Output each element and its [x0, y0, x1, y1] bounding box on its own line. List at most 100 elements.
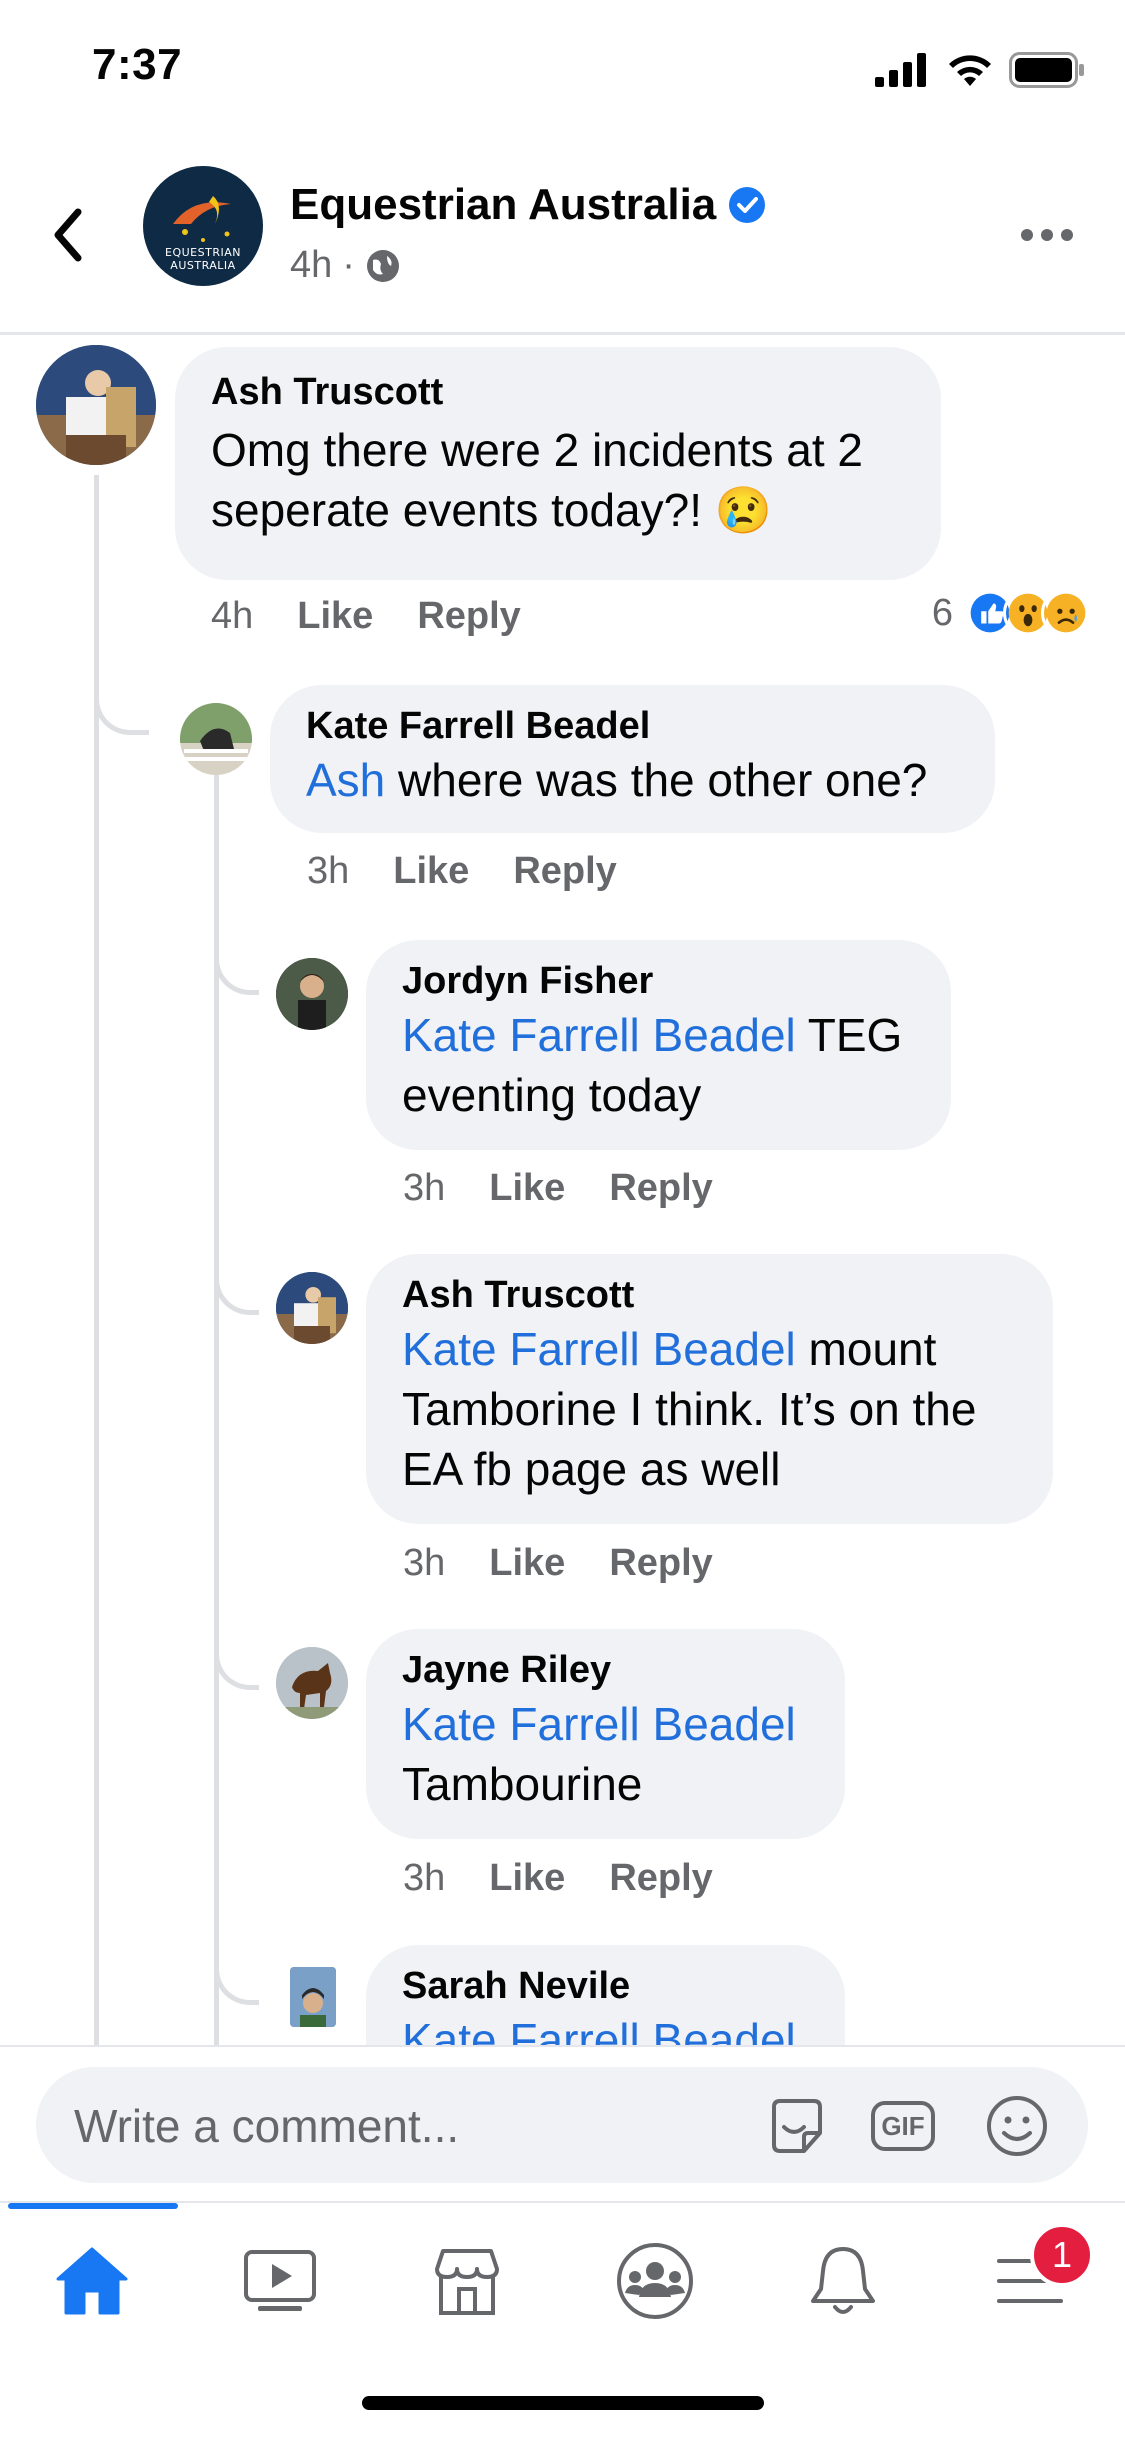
globe-icon [366, 249, 399, 282]
reply-button[interactable]: Reply [609, 1542, 712, 1585]
thread-connector [94, 665, 149, 735]
comment-author[interactable]: Jordyn Fisher [402, 960, 915, 1003]
tab-notifications[interactable] [793, 2231, 893, 2331]
reply-button[interactable]: Reply [609, 1857, 712, 1900]
comment-actions: 4h Like Reply [211, 595, 521, 638]
mention-link[interactable]: Kate Farrell Beadel [402, 1009, 796, 1061]
tab-marketplace[interactable] [417, 2231, 517, 2331]
like-button[interactable]: Like [393, 850, 469, 893]
thread-connector [214, 915, 259, 995]
like-button[interactable]: Like [489, 1542, 565, 1585]
comment-author[interactable]: Ash Truscott [211, 371, 905, 414]
reaction-count: 6 [931, 591, 953, 634]
comment-text: Omg there were 2 incidents at 2 seperate… [211, 424, 863, 536]
comment-input[interactable]: Write a comment... GIF [36, 2067, 1088, 2183]
tab-watch[interactable] [230, 2231, 330, 2331]
thread-connector [214, 1925, 259, 2005]
mention-link[interactable]: Kate Farrell Beadel [402, 1323, 796, 1375]
profile-photo-icon [276, 958, 348, 1030]
status-time: 7:37 [92, 40, 183, 89]
page-name-text[interactable]: Equestrian Australia [290, 180, 716, 230]
signal-icon [875, 53, 926, 87]
logo-text-line2: AUSTRALIA [170, 259, 236, 272]
comment-author[interactable]: Ash Truscott [402, 1274, 1017, 1317]
comment-bubble[interactable]: Ash Truscott Kate Farrell Beadel mount T… [366, 1254, 1053, 1524]
back-icon[interactable] [44, 200, 94, 270]
verified-badge-icon [729, 187, 766, 223]
comment-bubble[interactable]: Jordyn Fisher Kate Farrell Beadel TEG ev… [366, 940, 951, 1150]
comment-input-placeholder: Write a comment... [74, 2100, 460, 2152]
sticker-icon[interactable] [764, 2093, 830, 2159]
mention-link[interactable]: Kate Farrell Beadel [402, 2014, 796, 2045]
profile-photo-icon [290, 1967, 336, 2027]
post-time: 4h [290, 244, 333, 286]
post-header: EQUESTRIAN AUSTRALIA Equestrian Australi… [0, 140, 1125, 335]
comment-actions: 3h Like Reply [403, 1167, 713, 1210]
page-name[interactable]: Equestrian Australia [290, 180, 766, 230]
like-button[interactable]: Like [489, 1857, 565, 1900]
home-indicator[interactable] [362, 2396, 764, 2410]
comment-author[interactable]: Jayne Riley [402, 1649, 809, 1692]
avatar-ash-truscott[interactable] [276, 1272, 348, 1344]
thread-connector [214, 1610, 259, 1690]
logo-text-line1: EQUESTRIAN [165, 246, 241, 259]
page-avatar[interactable]: EQUESTRIAN AUSTRALIA [143, 166, 263, 286]
comment-time: 4h [211, 595, 254, 637]
reply-button[interactable]: Reply [609, 1167, 712, 1210]
comments-section[interactable]: Ash Truscott Omg there were 2 incidents … [0, 335, 1125, 2045]
more-options-icon[interactable] [1017, 220, 1077, 250]
meta-separator: · [342, 244, 355, 286]
comment-time: 3h [403, 1167, 446, 1209]
sad-reaction-icon [1041, 588, 1091, 638]
active-tab-indicator [8, 2203, 178, 2209]
gif-label: GIF [871, 2101, 935, 2151]
like-button[interactable]: Like [297, 595, 373, 638]
reply-button[interactable]: Reply [513, 850, 616, 893]
comment-bubble[interactable]: Ash Truscott Omg there were 2 incidents … [175, 347, 941, 580]
comment-text: Tambourine [402, 1758, 643, 1810]
mention-link[interactable]: Ash [306, 754, 385, 806]
battery-icon [1009, 52, 1084, 88]
comment-actions: 3h Like Reply [307, 850, 617, 893]
notification-badge: 1 [1030, 2223, 1094, 2287]
marketplace-icon [435, 2249, 499, 2315]
status-bar: 7:37 [0, 0, 1125, 140]
profile-photo-icon [180, 703, 252, 775]
profile-photo-icon [276, 1272, 348, 1344]
comment-time: 3h [403, 1857, 446, 1899]
notifications-icon [811, 2247, 875, 2314]
avatar-jayne-riley[interactable] [276, 1647, 348, 1719]
comment-bubble[interactable]: Sarah Nevile Kate Farrell Beadel [366, 1945, 845, 2045]
profile-photo-icon [276, 1647, 348, 1719]
tab-menu[interactable]: 1 [980, 2223, 1094, 2331]
like-button[interactable]: Like [489, 1167, 565, 1210]
wifi-icon [949, 55, 991, 86]
tab-home[interactable] [42, 2231, 142, 2331]
status-icons [875, 50, 1085, 90]
reply-button[interactable]: Reply [417, 595, 520, 638]
comment-actions: 3h Like Reply [403, 1542, 713, 1585]
post-meta: 4h · [290, 244, 401, 287]
comment-bubble[interactable]: Jayne Riley Kate Farrell Beadel Tambouri… [366, 1629, 845, 1839]
comment-author[interactable]: Kate Farrell Beadel [306, 705, 959, 748]
mention-link[interactable]: Kate Farrell Beadel [402, 1698, 796, 1750]
watch-icon [244, 2250, 316, 2311]
comment-composer: Write a comment... GIF [0, 2045, 1125, 2203]
avatar-ash-truscott[interactable] [36, 345, 156, 465]
comment-time: 3h [307, 850, 350, 892]
emoji-icon[interactable] [984, 2093, 1050, 2159]
comment-actions: 3h Like Reply [403, 1857, 713, 1900]
comment-author[interactable]: Sarah Nevile [402, 1965, 809, 2008]
thread-connector [214, 1235, 259, 1315]
comment-text: where was the other one? [385, 754, 928, 806]
avatar-kate-farrell-beadel[interactable] [180, 703, 252, 775]
reaction-summary[interactable]: 6 [932, 588, 1091, 638]
avatar-sarah-nevile[interactable] [290, 1967, 336, 2027]
gif-button[interactable]: GIF [870, 2093, 936, 2159]
groups-icon [617, 2243, 693, 2319]
profile-photo-icon [36, 345, 156, 465]
comment-time: 3h [403, 1542, 446, 1584]
avatar-jordyn-fisher[interactable] [276, 958, 348, 1030]
comment-bubble[interactable]: Kate Farrell Beadel Ash where was the ot… [270, 685, 995, 833]
tab-groups[interactable] [605, 2231, 705, 2331]
